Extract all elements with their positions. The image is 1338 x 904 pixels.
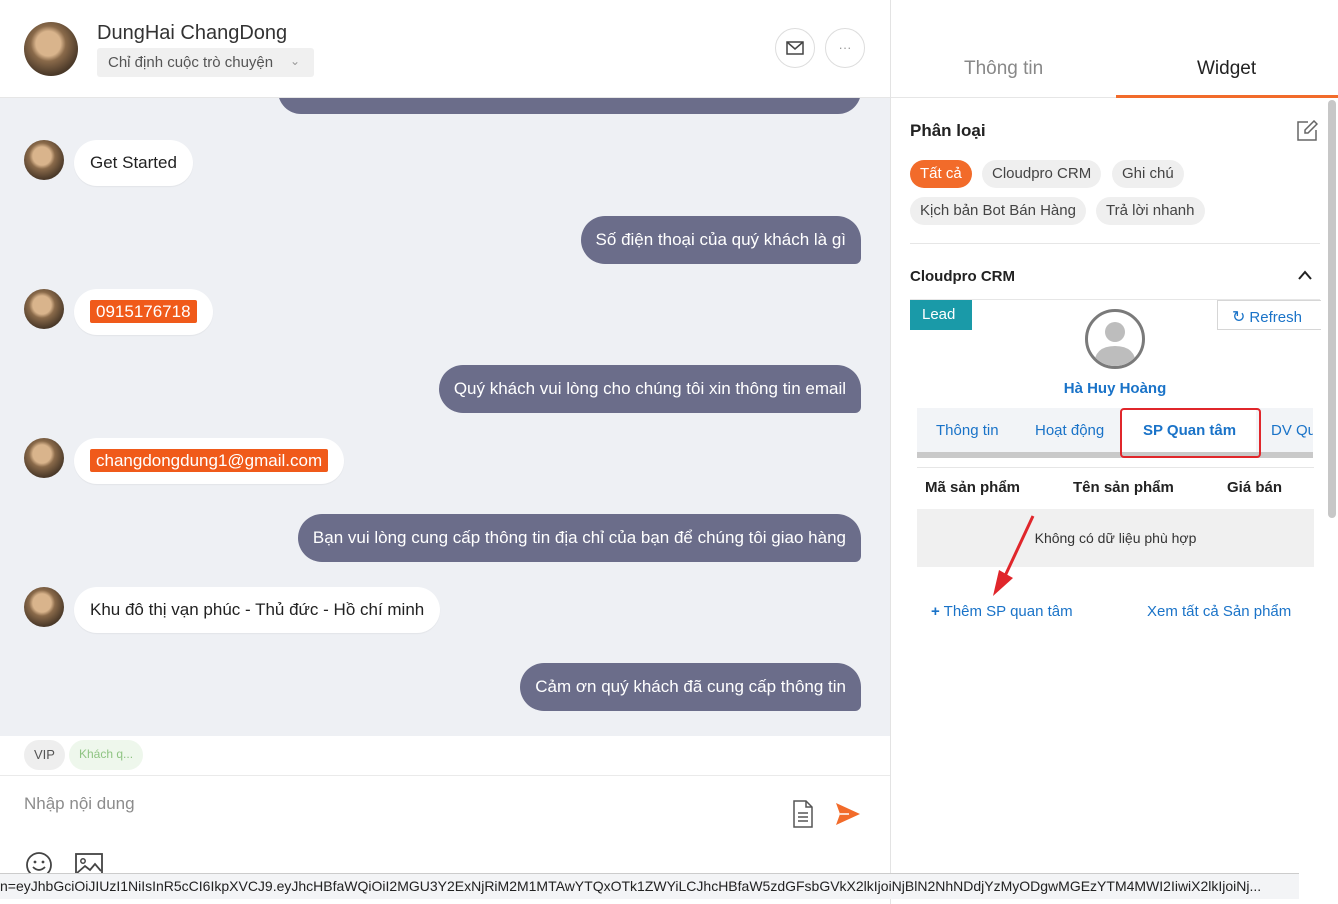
message-out: Bạn vui lòng cung cấp thông tin địa chỉ … — [297, 514, 861, 562]
chat-panel: DungHai ChangDong Chỉ định cuộc trò chuy… — [0, 0, 890, 904]
mail-button[interactable] — [775, 28, 815, 68]
subtab-activity[interactable]: Hoạt động — [1035, 422, 1104, 439]
chevron-down-icon: ⌄ — [289, 54, 300, 68]
subtab-info[interactable]: Thông tin — [936, 422, 999, 439]
message-text: Bạn vui lòng cung cấp thông tin địa chỉ … — [312, 528, 846, 547]
document-icon — [793, 800, 813, 828]
refresh-icon: ↻ — [1232, 309, 1246, 326]
tag-bar: VIP Khách q... — [0, 736, 890, 776]
template-button[interactable] — [792, 800, 814, 833]
message-text-highlight: changdongdung1@gmail.com — [90, 449, 329, 472]
chip-notes[interactable]: Ghi chú — [1112, 160, 1184, 188]
profile-avatar — [1085, 309, 1145, 369]
column-product-code: Mã sản phẩm — [925, 479, 1021, 496]
message-text: Khu đô thị vạn phúc - Thủ đức - Hồ chí m… — [90, 600, 425, 619]
edit-icon — [1297, 119, 1319, 141]
message-input[interactable]: Nhập nội dung — [24, 794, 135, 814]
message-text-highlight: 0915176718 — [90, 300, 197, 323]
message-list[interactable]: Get Started Số điện thoại của quý khách … — [0, 98, 890, 736]
message-text: Get Started — [90, 153, 177, 172]
chip-all[interactable]: Tất cả — [910, 160, 972, 188]
chip-cloudpro-crm[interactable]: Cloudpro CRM — [982, 160, 1102, 188]
sender-avatar — [24, 587, 64, 627]
chip-bot-script[interactable]: Kịch bản Bot Bán Hàng — [910, 197, 1086, 225]
message-in: Khu đô thị vạn phúc - Thủ đức - Hồ chí m… — [74, 587, 441, 633]
chevron-up-icon — [1298, 270, 1312, 280]
plus-icon: + — [931, 603, 940, 620]
tag-vip[interactable]: VIP — [24, 740, 65, 770]
person-icon — [1094, 322, 1136, 366]
message-out: Quý khách vui lòng cho chúng tôi xin thô… — [438, 365, 861, 413]
contact-name: DungHai ChangDong — [97, 22, 288, 44]
column-price: Giá bán — [1227, 479, 1283, 496]
lead-badge: Lead — [910, 300, 972, 330]
message-out: Cảm ơn quý khách đã cung cấp thông tin — [520, 663, 861, 711]
message-in: Get Started — [74, 140, 193, 186]
side-panel: Thông tin Widget Phân loại Tất cả Cloudp… — [890, 0, 1338, 904]
subtab-services[interactable]: DV Qu — [1271, 422, 1313, 439]
scrollbar[interactable] — [1328, 100, 1336, 518]
sender-avatar — [24, 438, 64, 478]
tab-info[interactable]: Thông tin — [964, 58, 1043, 80]
divider — [910, 243, 1320, 244]
red-arrow-icon — [993, 515, 1035, 596]
view-all-products-link[interactable]: Xem tất cả Sản phẩm — [1147, 603, 1291, 620]
column-product-name: Tên sản phẩm — [1073, 479, 1174, 496]
empty-row: Không có dữ liệu phù hợp — [917, 509, 1314, 567]
send-button[interactable] — [835, 802, 861, 831]
assign-conversation-dropdown[interactable]: Chỉ định cuộc trò chuyện ⌄ — [97, 48, 314, 77]
message-out: Số điện thoại của quý khách là gì — [580, 216, 861, 264]
message-bubble-partial — [278, 98, 861, 114]
refresh-button[interactable]: ↻ Refresh — [1217, 300, 1321, 330]
sender-avatar — [24, 289, 64, 329]
assign-label: Chỉ định cuộc trò chuyện — [108, 54, 274, 71]
message-text: Số điện thoại của quý khách là gì — [595, 230, 846, 249]
add-interested-product-link[interactable]: + Thêm SP quan tâm — [931, 603, 1073, 620]
sender-avatar — [24, 140, 64, 180]
empty-text: Không có dữ liệu phù hợp — [1034, 530, 1197, 546]
more-icon: ··· — [838, 40, 852, 55]
tab-widget[interactable]: Widget — [1197, 58, 1256, 80]
more-button[interactable]: ··· — [825, 28, 865, 68]
message-in: 0915176718 — [74, 289, 213, 335]
contact-avatar[interactable] — [24, 22, 78, 76]
divider — [917, 467, 1314, 468]
tag-customer[interactable]: Khách q... — [69, 740, 144, 770]
message-text: Cảm ơn quý khách đã cung cấp thông tin — [535, 677, 846, 696]
message-in: changdongdung1@gmail.com — [74, 438, 345, 484]
mail-icon — [786, 41, 804, 55]
edit-button[interactable] — [1296, 119, 1319, 147]
chip-quick-reply[interactable]: Trả lời nhanh — [1096, 197, 1205, 225]
chat-header: DungHai ChangDong Chỉ định cuộc trò chuy… — [0, 0, 890, 98]
collapse-button[interactable] — [1297, 268, 1313, 286]
active-tab-indicator — [1116, 95, 1338, 98]
message-text: Quý khách vui lòng cho chúng tôi xin thô… — [453, 379, 846, 398]
app: DungHai ChangDong Chỉ định cuộc trò chuy… — [0, 0, 1338, 904]
classification-title: Phân loại — [910, 121, 986, 140]
refresh-label: Refresh — [1249, 309, 1302, 326]
crm-contact-name[interactable]: Hà Huy Hoàng — [891, 380, 1338, 397]
add-link-label: Thêm SP quan tâm — [943, 603, 1073, 620]
status-bar-url: n=eyJhbGciOiJIUzI1NiIsInR5cCI6IkpXVCJ9.e… — [0, 873, 1299, 899]
highlight-box — [1120, 408, 1261, 458]
crm-title: Cloudpro CRM — [910, 268, 1015, 285]
send-icon — [836, 803, 860, 825]
